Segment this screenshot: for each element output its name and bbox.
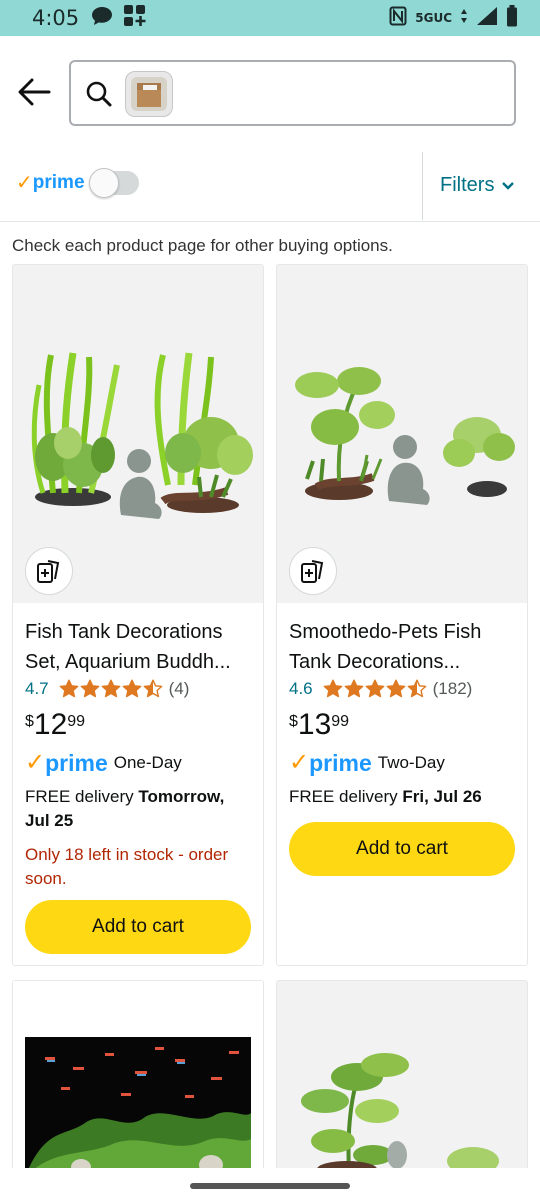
chevron-down-icon: [502, 181, 515, 190]
product-card[interactable]: Smoothedo-Pets Fish Tank Decorations... …: [276, 264, 528, 966]
prime-toggle-switch[interactable]: [88, 167, 139, 198]
filters-label: Filters: [440, 174, 495, 196]
prime-label: prime: [32, 171, 85, 193]
product-title[interactable]: Smoothedo-Pets Fish Tank Decorations...: [289, 617, 515, 677]
product-title[interactable]: Fish Tank Decorations Set, Aquarium Budd…: [25, 617, 251, 677]
add-to-cart-button[interactable]: Add to cart: [25, 900, 251, 954]
price: $ 13 99: [289, 708, 350, 741]
package-image: [131, 77, 167, 111]
rating-value: 4.6: [289, 679, 313, 698]
delivery-speed: One-Day: [113, 753, 182, 772]
delivery-date: Fri, Jul 26: [402, 787, 482, 806]
prime-filter-toggle[interactable]: ✓ prime: [16, 167, 139, 198]
compare-button[interactable]: [289, 547, 337, 595]
data-arrows-icon: [460, 8, 468, 29]
review-count: (4): [168, 679, 190, 698]
product-image[interactable]: [13, 265, 263, 603]
image-search-thumbnail[interactable]: [125, 71, 173, 117]
add-to-compare-icon: [37, 560, 60, 583]
widgets-add-icon: [123, 4, 147, 33]
back-button[interactable]: [14, 72, 54, 112]
chat-bubble-icon: [91, 6, 113, 31]
toggle-knob: [88, 167, 119, 198]
rating-value: 4.7: [25, 679, 49, 698]
rating-row[interactable]: 4.6 (182): [289, 679, 515, 699]
rating-row[interactable]: 4.7 (4): [25, 679, 251, 699]
arrow-left-icon: [18, 78, 51, 106]
status-time: 4:05: [32, 6, 80, 30]
aquarium-photo-image: [25, 1037, 251, 1177]
home-gesture-handle[interactable]: [190, 1183, 350, 1189]
buying-options-notice: Check each product page for other buying…: [12, 236, 393, 255]
delivery-info: FREE delivery Tomorrow, Jul 25: [25, 787, 225, 830]
prime-badge: ✓ prime Two-Day: [289, 749, 445, 776]
review-count: (182): [432, 679, 473, 698]
network-type: 5GUC: [415, 11, 452, 25]
price-whole: 13: [297, 708, 332, 741]
filters-button[interactable]: Filters: [440, 174, 515, 197]
filter-bar: ✓ prime Filters: [0, 150, 540, 222]
divider: [422, 152, 423, 220]
search-icon: [85, 80, 113, 113]
nfc-icon: [389, 6, 407, 31]
product-card[interactable]: Fish Tank Decorations Set, Aquarium Budd…: [12, 264, 264, 966]
product-image[interactable]: [277, 265, 527, 603]
battery-icon: [506, 4, 518, 32]
price-whole: 12: [33, 708, 68, 741]
star-rating-icon: [323, 679, 427, 699]
price: $ 12 99: [25, 708, 86, 741]
add-to-compare-icon: [301, 560, 324, 583]
price-fraction: 99: [67, 713, 86, 730]
prime-check: ✓: [16, 172, 33, 194]
search-input[interactable]: [69, 60, 516, 126]
price-fraction: 99: [331, 713, 350, 730]
compare-button[interactable]: [25, 547, 73, 595]
add-to-cart-button[interactable]: Add to cart: [289, 822, 515, 876]
search-header: [0, 36, 540, 146]
signal-icon: [476, 6, 498, 31]
prime-badge: ✓ prime One-Day: [25, 749, 182, 776]
delivery-info: FREE delivery Fri, Jul 26: [289, 787, 482, 806]
stock-note: Only 18 left in stock - order soon.: [25, 845, 229, 888]
star-rating-icon: [59, 679, 163, 699]
status-bar: 4:05 5GUC: [0, 0, 540, 36]
delivery-speed: Two-Day: [377, 753, 445, 772]
